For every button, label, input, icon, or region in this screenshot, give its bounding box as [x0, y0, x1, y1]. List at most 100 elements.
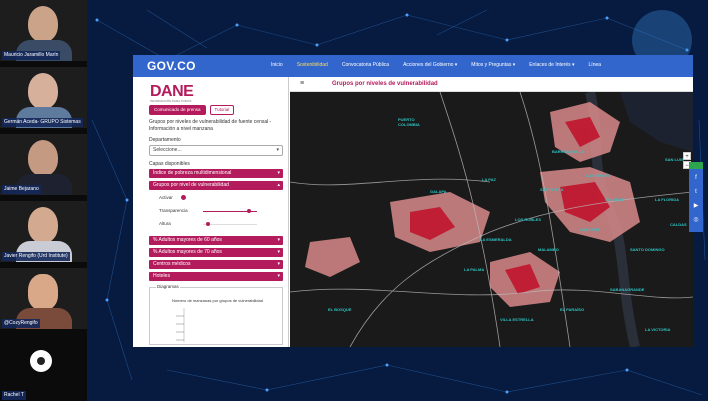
participant-face — [28, 274, 58, 310]
chevron-down-icon: ▾ — [277, 170, 280, 176]
map-header: ≡ Grupos por niveles de vulnerabilidad — [290, 77, 693, 92]
chevron-down-icon: ▾ — [277, 273, 280, 279]
menu-icon[interactable]: ≡ — [300, 80, 304, 87]
activar-label: Activar — [159, 195, 173, 200]
map-label: LAS NIEVES — [586, 173, 610, 178]
layer-hoteles[interactable]: Hoteles ▾ — [149, 272, 283, 281]
avatar-icon — [30, 350, 52, 372]
transparencia-label: Transparencia — [159, 208, 188, 213]
layers-label: Capas disponibles — [149, 161, 190, 167]
participant-name: Rachel T — [2, 391, 26, 400]
participant-face — [28, 6, 58, 42]
participant-face — [28, 207, 58, 243]
map-label: SANTO DOMINGO — [630, 247, 665, 252]
map-title: Grupos por niveles de vulnerabilidad — [332, 81, 438, 87]
youtube-icon[interactable]: ▶ — [692, 202, 700, 210]
map-label: LOS ROBLES — [515, 217, 542, 222]
altura-slider[interactable] — [203, 224, 257, 225]
chevron-down-icon: ▾ — [277, 261, 280, 267]
participant-face — [28, 73, 58, 109]
video-call-window: Mauricio Jaramillo Marín Germán Aceda- G… — [0, 0, 708, 401]
layer-adultos-60[interactable]: % Adultos mayores de 60 años ▾ — [149, 236, 283, 245]
activar-toggle[interactable] — [181, 195, 186, 200]
chevron-down-icon: ▾ — [277, 249, 280, 255]
transparencia-knob[interactable] — [246, 209, 251, 213]
layer-ipm[interactable]: Índice de pobreza multidimensional ▾ — [149, 169, 283, 178]
layer-label: Grupos por nivel de vulnerabilidad — [153, 182, 229, 188]
layer-label: % Adultos mayores de 60 años — [153, 237, 222, 243]
browser-window: GOV.CO Inicio Sostenibilidad Convocatori… — [133, 55, 693, 347]
map-label: LA FLORIDA — [655, 197, 680, 202]
map-label: SOLEDAD — [605, 197, 625, 202]
map-label: PUERTO COLOMBIA — [398, 117, 420, 127]
instagram-icon[interactable]: ◎ — [692, 216, 700, 224]
accessibility-tab[interactable] — [689, 162, 703, 169]
map-label: LA PALMA — [464, 267, 485, 272]
twitter-icon[interactable]: t — [692, 188, 700, 196]
department-value: Seleccione... — [153, 147, 182, 153]
map-label: LA VICTORIA — [645, 327, 671, 332]
altura-knob[interactable] — [206, 222, 211, 226]
nav-item-sostenibilidad[interactable]: Sostenibilidad — [297, 62, 328, 68]
side-panel: DANE INFORMACIÓN PARA TODOS Comunicado d… — [133, 77, 289, 347]
map-label: LA ESMERALDA — [480, 237, 512, 242]
panel-buttons: Comunicado de prensa Tutorial — [149, 105, 235, 115]
map-label: SABANAGRANDE — [610, 287, 645, 292]
map-label: MALAMBO — [538, 247, 559, 252]
nav-item-convocatoria[interactable]: Convocatoria Pública — [342, 62, 389, 68]
participant-name: Mauricio Jaramillo Marín — [2, 51, 61, 60]
social-rail: f t ▶ ◎ — [689, 162, 703, 232]
layer-vulnerabilidad[interactable]: Grupos por nivel de vulnerabilidad ▴ — [149, 181, 283, 190]
map-view[interactable]: ≡ Grupos por niveles de vulnerabilidad +… — [290, 77, 693, 347]
participant-name: Jaime Bejarano — [2, 185, 41, 194]
participant-strip: Mauricio Jaramillo Marín Germán Aceda- G… — [0, 0, 87, 401]
chevron-up-icon: ▴ — [277, 182, 280, 188]
map-label: BARRANQUILLA — [552, 149, 585, 154]
map-label: VILLA ESTRELLA — [500, 317, 534, 322]
diagram-chart — [176, 308, 185, 342]
participant-name: Germán Aceda- GRUPO Sistemas — [2, 118, 83, 127]
diagram-caption: Número de manzanas por grupos de vulnera… — [172, 298, 263, 303]
zoom-in-button[interactable]: + — [683, 152, 691, 160]
nav-item-linea[interactable]: Línea — [589, 62, 602, 68]
comunicado-button[interactable]: Comunicado de prensa — [149, 105, 206, 115]
gov-logo[interactable]: GOV.CO — [147, 59, 196, 73]
map-label: SANTA RITA — [540, 187, 564, 192]
layer-label: Centros médicos — [153, 261, 191, 267]
nav-item-inicio[interactable]: Inicio — [271, 62, 283, 68]
nav-item-acciones[interactable]: Acciones del Gobierno ▾ — [403, 62, 457, 68]
map-label: LA PAZ — [482, 177, 496, 182]
layer-label: Índice de pobreza multidimensional — [153, 170, 232, 176]
layer-label: Hoteles — [153, 273, 170, 279]
map-label: SAN LUIS — [665, 157, 684, 162]
map-label: EL PARAÍSO — [560, 307, 585, 312]
participant-face — [28, 140, 58, 176]
diagram-box: Diagramas Número de manzanas por grupos … — [149, 284, 283, 345]
participant-name: Javier Rengifo (Urd Institute) — [2, 252, 70, 261]
tutorial-button[interactable]: Tutorial — [209, 105, 235, 115]
panel-description: Grupos por niveles de vulnerabilidad de … — [149, 119, 272, 132]
nav-item-mitos[interactable]: Mitos y Preguntas ▾ — [471, 62, 515, 68]
participant-name: @CozyRengifo — [2, 319, 40, 328]
participant-tile[interactable]: @CozyRengifo — [0, 268, 87, 329]
map-label: SAN JOSÉ — [580, 227, 601, 232]
nav-item-enlaces[interactable]: Enlaces de Interés ▾ — [529, 62, 574, 68]
dane-tagline: INFORMACIÓN PARA TODOS — [150, 99, 192, 103]
layer-centros-medicos[interactable]: Centros médicos ▾ — [149, 260, 283, 269]
gov-header: GOV.CO Inicio Sostenibilidad Convocatori… — [133, 55, 693, 77]
diagram-title: Diagramas — [156, 284, 180, 289]
department-label: Departamento — [149, 137, 181, 143]
layer-adultos-70[interactable]: % Adultos mayores de 70 años ▾ — [149, 248, 283, 257]
participant-tile[interactable]: Germán Aceda- GRUPO Sistemas — [0, 67, 87, 128]
participant-tile-self[interactable]: Rachel T — [0, 336, 87, 401]
shared-screen: GOV.CO Inicio Sostenibilidad Convocatori… — [87, 0, 708, 401]
facebook-icon[interactable]: f — [692, 174, 700, 182]
chevron-down-icon: ▾ — [277, 237, 280, 243]
participant-tile[interactable]: Javier Rengifo (Urd Institute) — [0, 201, 87, 262]
chevron-down-icon: ▾ — [276, 147, 279, 153]
participant-tile[interactable]: Jaime Bejarano — [0, 134, 87, 195]
layer-label: % Adultos mayores de 70 años — [153, 249, 222, 255]
participant-tile[interactable]: Mauricio Jaramillo Marín — [0, 0, 87, 61]
map-label: GALAPA — [430, 189, 447, 194]
department-select[interactable]: Seleccione... ▾ — [149, 145, 283, 156]
